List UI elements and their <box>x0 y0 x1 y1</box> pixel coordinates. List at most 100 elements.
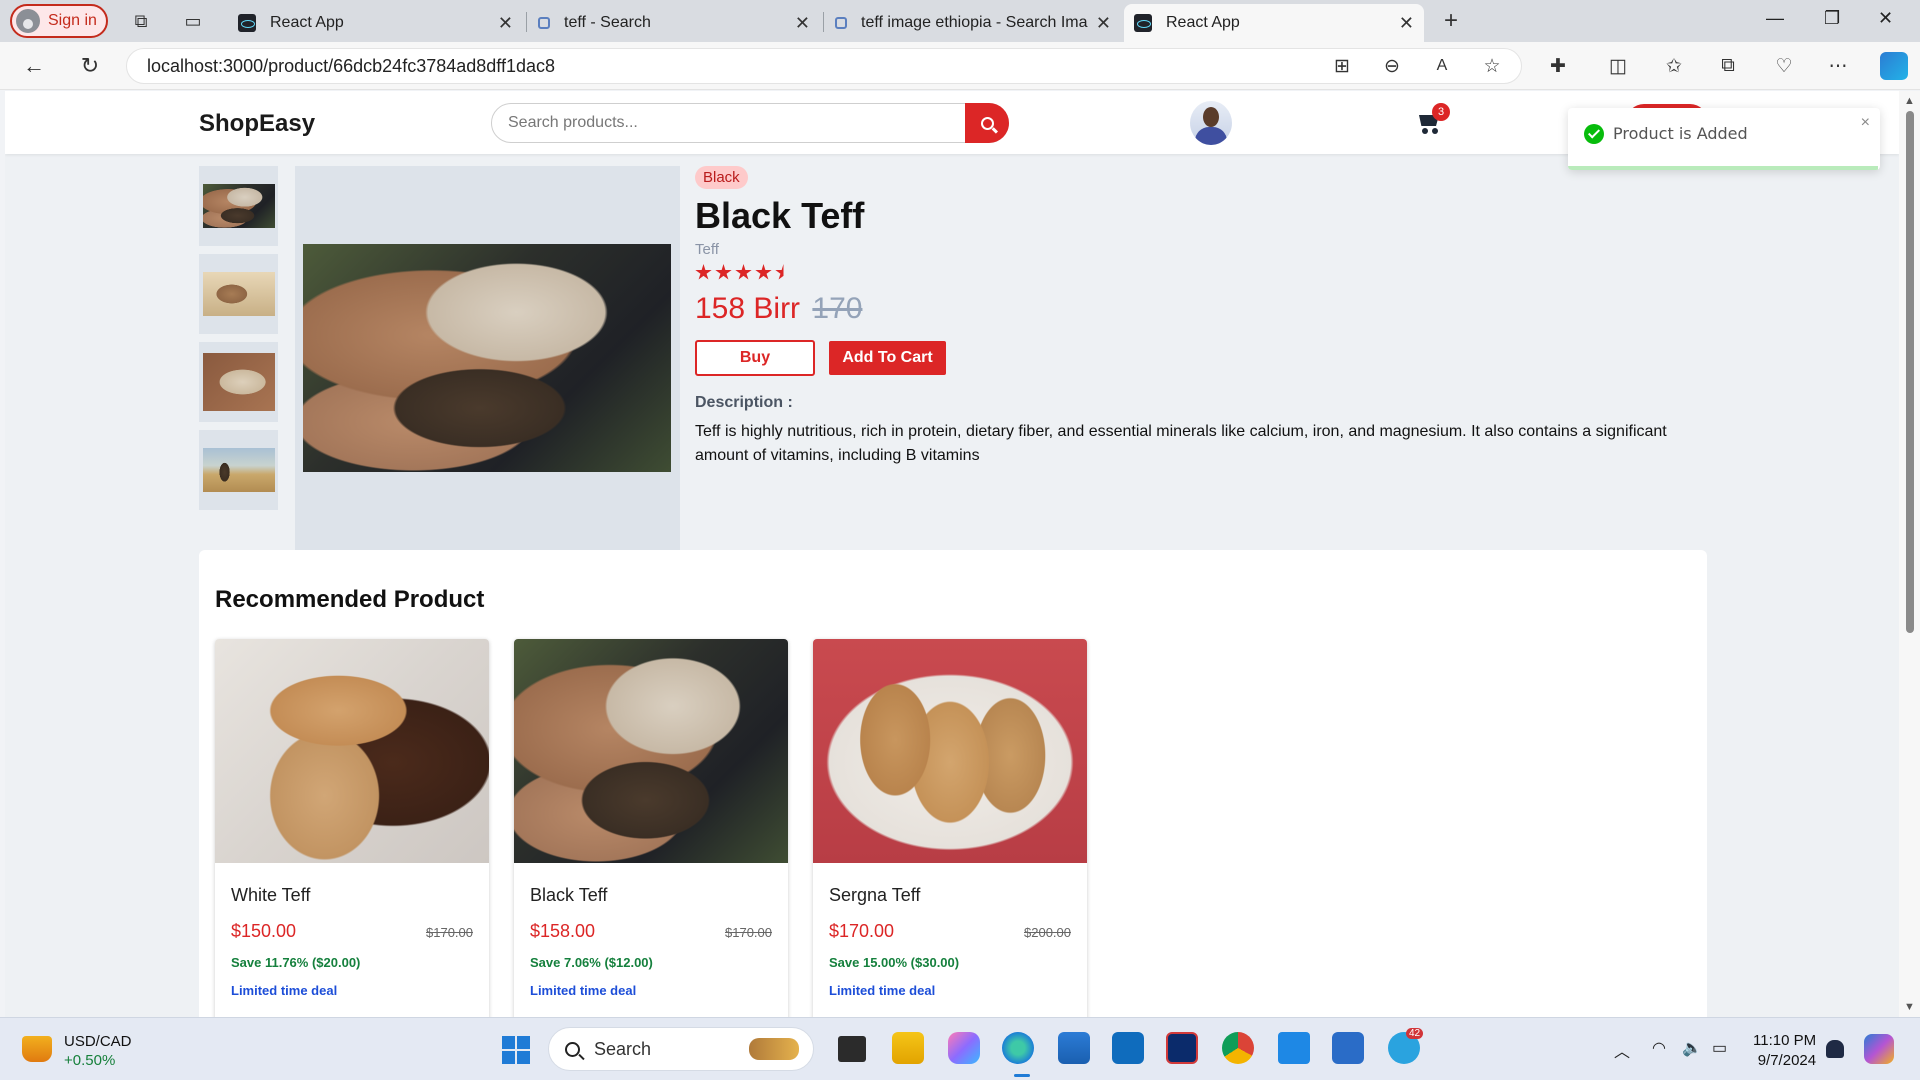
limited-deal-link[interactable]: Limited time deal <box>829 983 935 998</box>
user-avatar[interactable] <box>1190 101 1232 145</box>
avatar-head <box>1203 107 1219 127</box>
site-logo[interactable]: ShopEasy <box>199 110 315 138</box>
task-view-icon[interactable] <box>838 1036 866 1062</box>
close-tab-icon[interactable]: ✕ <box>1096 13 1111 34</box>
cart-wheel <box>1422 128 1428 134</box>
thumbnail-image <box>202 448 275 492</box>
main-image-panel <box>295 166 680 556</box>
success-check-icon <box>1584 124 1604 144</box>
product-card-old-price: $170.00 <box>426 925 473 940</box>
scroll-down-icon[interactable]: ▼ <box>1904 1001 1915 1013</box>
description-text: Teff is highly nutritious, rich in prote… <box>695 423 1667 464</box>
collections-icon[interactable]: ⧉ <box>1716 54 1740 78</box>
tab-title: teff image ethiopia - Search Imag <box>861 14 1088 31</box>
thumbnail[interactable] <box>199 342 278 422</box>
star-icon <box>695 264 712 280</box>
cart-button[interactable]: 3 <box>1416 103 1450 135</box>
browser-essentials-icon[interactable]: ♡ <box>1772 54 1796 78</box>
close-tab-icon[interactable]: ✕ <box>795 13 810 34</box>
close-tab-icon[interactable]: ✕ <box>498 13 513 34</box>
start-tile <box>502 1051 515 1064</box>
original-price: 170 <box>812 292 863 325</box>
taskbar-search[interactable]: Search <box>548 1027 814 1071</box>
tab-actions-icon[interactable]: ▭ <box>180 8 206 34</box>
copilot-app-icon[interactable] <box>948 1032 980 1064</box>
widget-title: USD/CAD <box>64 1033 132 1050</box>
product-card-savings: Save 15.00% ($30.00) <box>829 955 960 970</box>
scrollbar-thumb[interactable] <box>1906 111 1914 633</box>
product-card-savings: Save 11.76% ($20.00) <box>231 955 361 970</box>
product-card[interactable]: Black Teff $158.00 $170.00 Save 7.06% ($… <box>514 639 788 1017</box>
app-available-icon[interactable]: ⊞ <box>1330 54 1354 78</box>
product-category: Teff <box>695 241 719 258</box>
product-card-image <box>215 639 489 863</box>
close-window-icon[interactable]: ✕ <box>1878 8 1893 29</box>
signin-button[interactable]: Sign in <box>10 4 108 38</box>
react-icon <box>1134 14 1152 32</box>
battery-icon[interactable]: ▭ <box>1712 1038 1727 1058</box>
product-card[interactable]: White Teff $150.00 $170.00 Save 11.76% (… <box>215 639 489 1017</box>
buy-button[interactable]: Buy <box>695 340 815 376</box>
copilot-icon[interactable] <box>1880 52 1908 80</box>
thumbnail[interactable] <box>199 166 278 246</box>
system-clock[interactable]: 11:10 PM 9/7/2024 <box>1753 1031 1816 1071</box>
url-field[interactable]: i localhost:3000/product/66dcb24fc3784ad… <box>126 48 1522 142</box>
close-tab-icon[interactable]: ✕ <box>1399 13 1414 34</box>
tab-react-app-active[interactable]: React App ✕ <box>1124 4 1424 42</box>
tab-title: React App <box>270 14 344 31</box>
refresh-icon[interactable]: ↻ <box>78 53 102 78</box>
volume-icon[interactable]: 🔈 <box>1682 1038 1702 1058</box>
search-button[interactable] <box>965 103 1009 143</box>
search-input[interactable] <box>508 112 948 134</box>
scroll-up-icon[interactable]: ▲ <box>1904 95 1915 107</box>
toast-close-icon[interactable]: × <box>1861 114 1870 132</box>
description-heading: Description : <box>695 394 793 411</box>
tab-teff-search[interactable]: teff - Search ✕ <box>528 4 820 42</box>
favorites-icon[interactable]: ✩ <box>1662 54 1686 78</box>
back-icon[interactable]: ← <box>22 53 46 78</box>
notepad-icon[interactable] <box>1332 1032 1364 1064</box>
tab-teff-image-search[interactable]: teff image ethiopia - Search Imag ✕ <box>825 4 1121 42</box>
product-card-old-price: $200.00 <box>1024 925 1071 940</box>
start-button[interactable] <box>502 1036 530 1064</box>
product-main-image[interactable] <box>303 244 671 472</box>
action-buttons: Buy Add To Cart <box>695 340 1675 376</box>
more-menu-icon[interactable]: ⋯ <box>1826 54 1850 78</box>
tab-react-app-1[interactable]: React App ✕ <box>228 4 523 42</box>
l-app-icon[interactable] <box>1166 1032 1198 1064</box>
new-tab-icon[interactable]: + <box>1438 7 1464 34</box>
thumbnail-image <box>202 353 275 411</box>
add-to-cart-button[interactable]: Add To Cart <box>829 341 946 375</box>
thumbnail[interactable] <box>199 430 278 510</box>
favorite-star-icon[interactable]: ☆ <box>1480 54 1504 78</box>
wifi-icon[interactable]: ◠ <box>1652 1038 1666 1058</box>
thumbnail[interactable] <box>199 254 278 334</box>
chrome-icon[interactable] <box>1222 1032 1254 1064</box>
current-price: 158 Birr <box>695 292 801 325</box>
minimize-icon[interactable]: — <box>1766 8 1784 29</box>
thumbnail-image <box>202 272 275 316</box>
vscode-icon[interactable] <box>1278 1032 1310 1064</box>
page-scrollbar[interactable]: ▲ ▼ <box>1899 91 1920 1017</box>
limited-deal-link[interactable]: Limited time deal <box>530 983 636 998</box>
outlook-icon[interactable] <box>1112 1032 1144 1064</box>
zoom-out-icon[interactable]: ⊖ <box>1380 54 1404 78</box>
workspaces-icon[interactable]: ⧉ <box>128 8 154 34</box>
edge-browser-icon[interactable] <box>1002 1032 1034 1064</box>
start-tile <box>502 1036 515 1049</box>
react-icon <box>238 14 256 32</box>
widgets-button[interactable]: USD/CAD +0.50% <box>22 1032 212 1072</box>
microsoft-store-icon[interactable] <box>1058 1032 1090 1064</box>
file-explorer-icon[interactable] <box>892 1032 924 1064</box>
limited-deal-link[interactable]: Limited time deal <box>231 983 337 998</box>
read-aloud-icon[interactable]: A <box>1430 54 1454 78</box>
taskbar-search-label: Search <box>594 1038 652 1059</box>
notification-bell-icon[interactable] <box>1826 1040 1844 1058</box>
restore-icon[interactable]: ❐ <box>1824 8 1840 29</box>
copilot-tray-icon[interactable] <box>1864 1034 1894 1064</box>
extensions-icon[interactable]: ✚ <box>1546 54 1570 78</box>
show-hidden-icons-icon[interactable]: ︿ <box>1614 1038 1630 1062</box>
product-info: Black Black Teff Teff 158 Birr 170 Buy A… <box>695 166 1675 468</box>
split-screen-icon[interactable]: ◫ <box>1606 54 1630 78</box>
product-card[interactable]: Sergna Teff $170.00 $200.00 Save 15.00% … <box>813 639 1087 1017</box>
